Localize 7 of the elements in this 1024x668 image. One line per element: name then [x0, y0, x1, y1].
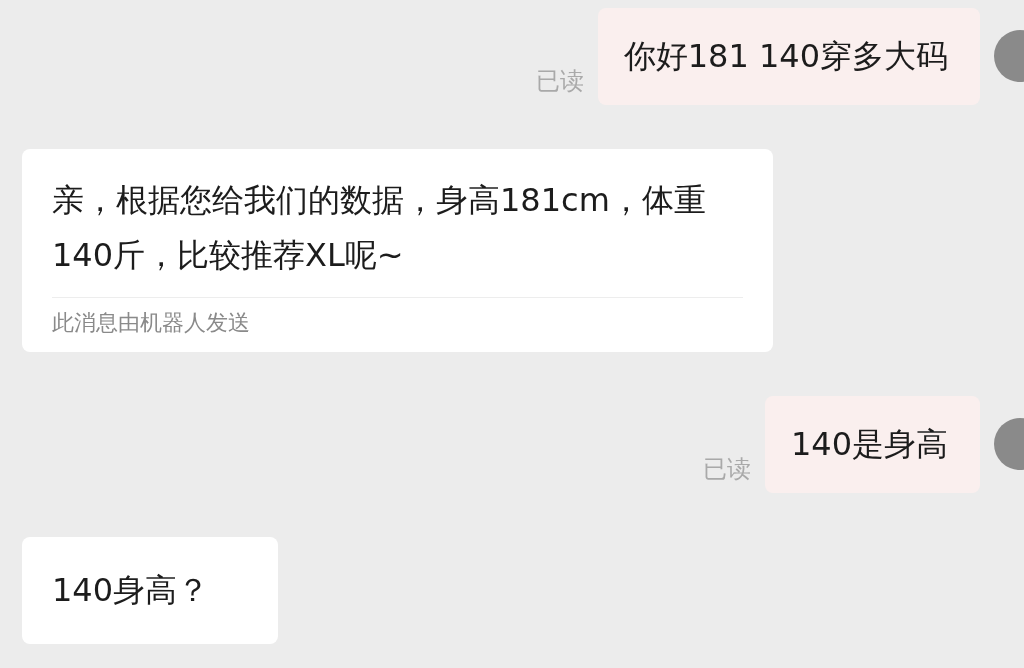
message-bubble: 140是身高	[764, 396, 980, 493]
message-text: 亲，根据您给我们的数据，身高181cm，体重140斤，比较推荐XL呢~	[52, 180, 707, 276]
read-receipt: 已读	[702, 454, 751, 485]
read-receipt: 已读	[535, 66, 584, 97]
message-bubble: 你好181 140穿多大码	[597, 8, 980, 105]
message-text: 140身高？	[52, 570, 211, 611]
bot-notice: 此消息由机器人发送	[52, 297, 743, 340]
